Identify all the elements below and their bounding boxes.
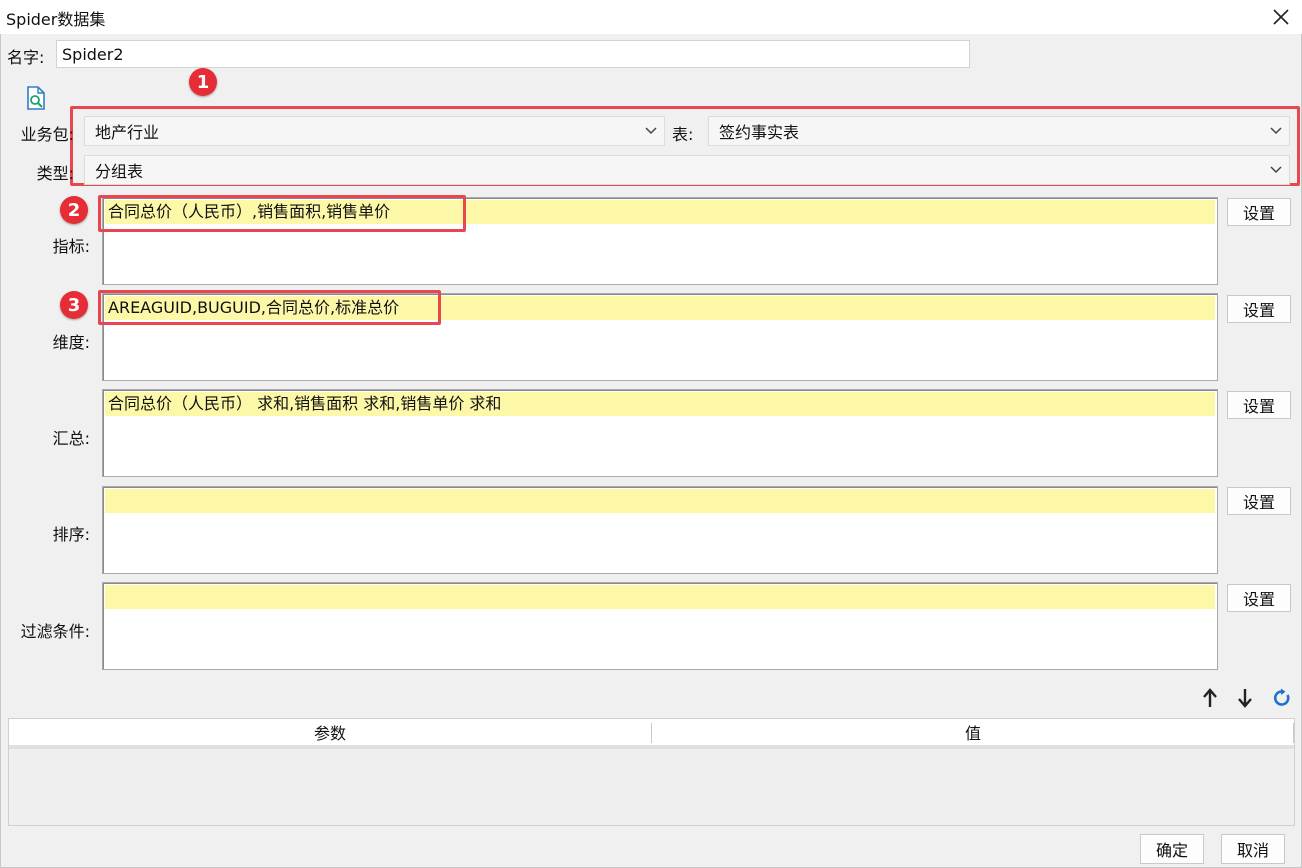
arrow-down-icon[interactable] (1233, 686, 1257, 710)
annotation-badge-3: 3 (60, 291, 88, 319)
type-select-value: 分组表 (95, 162, 144, 181)
summary-textarea[interactable]: 合同总价（人民币） 求和,销售面积 求和,销售单价 求和 (102, 389, 1218, 477)
annotation-box-dimensions (98, 290, 441, 325)
params-column-value[interactable]: 值 (652, 719, 1294, 745)
refresh-icon[interactable] (1270, 686, 1294, 710)
summary-settings-button[interactable]: 设置 (1227, 391, 1291, 419)
dimensions-settings-button[interactable]: 设置 (1227, 295, 1291, 323)
annotation-badge-2: 2 (60, 196, 88, 224)
params-column-param[interactable]: 参数 (9, 719, 651, 745)
sort-label: 排序: (52, 525, 90, 544)
arrow-up-icon[interactable] (1198, 686, 1222, 710)
summary-label: 汇总: (52, 429, 90, 448)
window-title: Spider数据集 (6, 10, 106, 29)
package-select[interactable]: 地产行业 (84, 116, 665, 146)
chevron-down-icon[interactable] (1263, 156, 1289, 184)
sort-value (105, 489, 1215, 513)
close-icon[interactable] (1266, 2, 1296, 32)
name-input[interactable]: Spider2 (56, 40, 970, 68)
preview-document-icon[interactable] (24, 86, 48, 110)
params-table: 参数 值 (8, 718, 1295, 826)
dimensions-label: 维度: (52, 333, 90, 352)
annotation-badge-1: 1 (189, 68, 217, 96)
type-label: 类型: (36, 164, 74, 183)
filter-settings-button[interactable]: 设置 (1227, 584, 1291, 612)
chevron-down-icon[interactable] (1263, 117, 1289, 145)
table-select[interactable]: 签约事实表 (708, 116, 1290, 146)
package-label: 业务包: (20, 125, 74, 144)
ok-button[interactable]: 确定 (1140, 834, 1204, 864)
filter-value (105, 585, 1215, 609)
table-label: 表: (672, 125, 694, 144)
annotation-box-metrics (98, 195, 466, 232)
name-label: 名字: (7, 48, 45, 67)
filter-label: 过滤条件: (20, 622, 90, 641)
package-select-value: 地产行业 (95, 123, 160, 142)
summary-value: 合同总价（人民币） 求和,销售面积 求和,销售单价 求和 (105, 392, 1215, 416)
metrics-label: 指标: (52, 237, 90, 256)
params-table-header: 参数 值 (9, 719, 1294, 749)
filter-textarea[interactable] (102, 582, 1218, 670)
title-bar: Spider数据集 (0, 0, 1302, 34)
table-select-value: 签约事实表 (719, 123, 800, 142)
column-divider (1293, 723, 1294, 743)
metrics-settings-button[interactable]: 设置 (1227, 198, 1291, 226)
type-select[interactable]: 分组表 (84, 155, 1290, 185)
chevron-down-icon[interactable] (638, 117, 664, 145)
sort-textarea[interactable] (102, 486, 1218, 574)
sort-settings-button[interactable]: 设置 (1227, 487, 1291, 515)
cancel-button[interactable]: 取消 (1221, 834, 1285, 864)
